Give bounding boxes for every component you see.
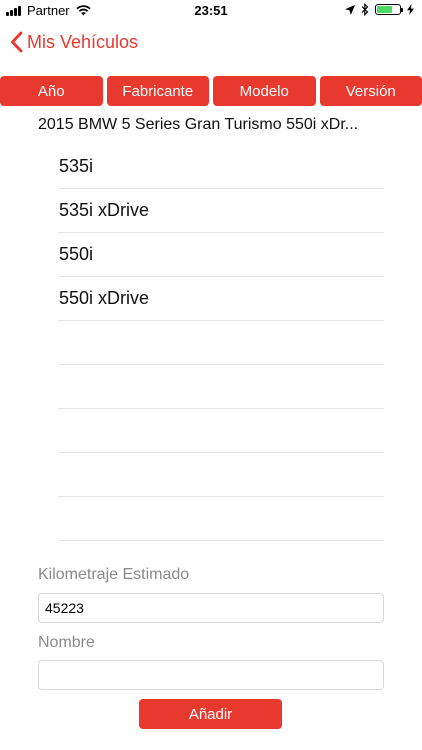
- bluetooth-icon: [361, 3, 369, 16]
- list-item-empty: [58, 321, 384, 365]
- list-item-empty: [58, 497, 384, 541]
- status-right: [345, 3, 414, 16]
- list-item[interactable]: 550i: [58, 233, 384, 277]
- list-item[interactable]: 535i: [58, 145, 384, 189]
- tab-version[interactable]: Versión: [319, 76, 422, 106]
- tab-manufacturer[interactable]: Fabricante: [106, 76, 209, 106]
- filter-tabs: Año Fabricante Modelo Versión: [0, 76, 422, 106]
- back-button[interactable]: Mis Vehículos: [10, 31, 138, 53]
- add-button[interactable]: Añadir: [139, 699, 282, 729]
- tab-model[interactable]: Modelo: [213, 76, 316, 106]
- mileage-label: Kilometraje Estimado: [38, 566, 190, 583]
- list-item[interactable]: 535i xDrive: [58, 189, 384, 233]
- list-item-empty: [58, 409, 384, 453]
- battery-icon: [375, 4, 403, 15]
- list-item[interactable]: 550i xDrive: [58, 277, 384, 321]
- tab-year[interactable]: Año: [0, 76, 103, 106]
- location-arrow-icon: [345, 4, 355, 15]
- battery-fill: [377, 6, 393, 13]
- chevron-left-icon: [11, 31, 23, 53]
- vehicle-title: 2015 BMW 5 Series Gran Turismo 550i xDr.…: [38, 116, 359, 133]
- mileage-field[interactable]: [38, 593, 384, 623]
- charging-bolt-icon: [407, 4, 414, 15]
- name-label: Nombre: [38, 634, 95, 651]
- version-list: 535i 535i xDrive 550i 550i xDrive: [58, 145, 384, 541]
- list-item-empty: [58, 365, 384, 409]
- name-field[interactable]: [38, 660, 384, 690]
- back-button-label: Mis Vehículos: [27, 31, 139, 52]
- status-bar: Partner 23:51: [0, 0, 422, 22]
- navigation-bar: Mis Vehículos: [0, 22, 422, 66]
- list-item-empty: [58, 453, 384, 497]
